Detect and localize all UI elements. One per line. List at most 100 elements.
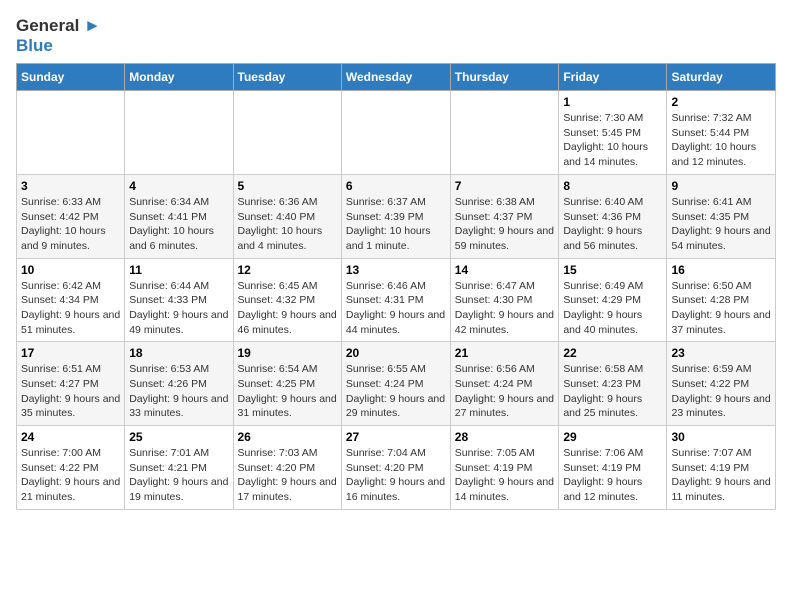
- calendar-cell: [341, 91, 450, 175]
- day-number: 16: [671, 263, 771, 277]
- day-number: 29: [563, 430, 662, 444]
- calendar-header-tuesday: Tuesday: [233, 64, 341, 91]
- day-info: Sunrise: 6:55 AM Sunset: 4:24 PM Dayligh…: [346, 362, 446, 421]
- calendar-header-friday: Friday: [559, 64, 667, 91]
- calendar-header-wednesday: Wednesday: [341, 64, 450, 91]
- calendar-cell: 4 Sunrise: 6:34 AM Sunset: 4:41 PM Daylig…: [125, 174, 233, 258]
- calendar-cell: 20 Sunrise: 6:55 AM Sunset: 4:24 PM Dayli…: [341, 342, 450, 426]
- day-info: Sunrise: 6:47 AM Sunset: 4:30 PM Dayligh…: [455, 279, 555, 338]
- calendar-cell: 3 Sunrise: 6:33 AM Sunset: 4:42 PM Daylig…: [17, 174, 125, 258]
- calendar: SundayMondayTuesdayWednesdayThursdayFrid…: [16, 63, 776, 510]
- day-info: Sunrise: 7:32 AM Sunset: 5:44 PM Dayligh…: [671, 111, 771, 170]
- calendar-cell: 26 Sunrise: 7:03 AM Sunset: 4:20 PM Dayli…: [233, 426, 341, 510]
- day-number: 30: [671, 430, 771, 444]
- day-number: 15: [563, 263, 662, 277]
- day-number: 26: [238, 430, 337, 444]
- calendar-cell: 11 Sunrise: 6:44 AM Sunset: 4:33 PM Dayli…: [125, 258, 233, 342]
- day-info: Sunrise: 6:59 AM Sunset: 4:22 PM Dayligh…: [671, 362, 771, 421]
- day-info: Sunrise: 6:54 AM Sunset: 4:25 PM Dayligh…: [238, 362, 337, 421]
- day-number: 12: [238, 263, 337, 277]
- day-number: 6: [346, 179, 446, 193]
- day-info: Sunrise: 6:44 AM Sunset: 4:33 PM Dayligh…: [129, 279, 228, 338]
- calendar-week-4: 17 Sunrise: 6:51 AM Sunset: 4:27 PM Dayli…: [17, 342, 776, 426]
- day-info: Sunrise: 6:34 AM Sunset: 4:41 PM Dayligh…: [129, 195, 228, 254]
- header: General ► Blue: [16, 16, 776, 55]
- day-info: Sunrise: 7:07 AM Sunset: 4:19 PM Dayligh…: [671, 446, 771, 505]
- calendar-header-row: SundayMondayTuesdayWednesdayThursdayFrid…: [17, 64, 776, 91]
- day-info: Sunrise: 6:45 AM Sunset: 4:32 PM Dayligh…: [238, 279, 337, 338]
- calendar-header-saturday: Saturday: [667, 64, 776, 91]
- day-number: 27: [346, 430, 446, 444]
- day-info: Sunrise: 6:33 AM Sunset: 4:42 PM Dayligh…: [21, 195, 120, 254]
- calendar-cell: 30 Sunrise: 7:07 AM Sunset: 4:19 PM Dayli…: [667, 426, 776, 510]
- day-info: Sunrise: 7:01 AM Sunset: 4:21 PM Dayligh…: [129, 446, 228, 505]
- logo: General ► Blue: [16, 16, 101, 55]
- day-number: 8: [563, 179, 662, 193]
- calendar-cell: 12 Sunrise: 6:45 AM Sunset: 4:32 PM Dayli…: [233, 258, 341, 342]
- day-info: Sunrise: 6:38 AM Sunset: 4:37 PM Dayligh…: [455, 195, 555, 254]
- day-info: Sunrise: 6:40 AM Sunset: 4:36 PM Dayligh…: [563, 195, 662, 254]
- day-info: Sunrise: 6:50 AM Sunset: 4:28 PM Dayligh…: [671, 279, 771, 338]
- calendar-cell: 2Sunrise: 7:32 AM Sunset: 5:44 PM Daylig…: [667, 91, 776, 175]
- calendar-cell: 16 Sunrise: 6:50 AM Sunset: 4:28 PM Dayli…: [667, 258, 776, 342]
- calendar-cell: 28 Sunrise: 7:05 AM Sunset: 4:19 PM Dayli…: [450, 426, 559, 510]
- calendar-cell: 25Sunrise: 7:01 AM Sunset: 4:21 PM Dayli…: [125, 426, 233, 510]
- day-info: Sunrise: 7:04 AM Sunset: 4:20 PM Dayligh…: [346, 446, 446, 505]
- calendar-cell: 19 Sunrise: 6:54 AM Sunset: 4:25 PM Dayli…: [233, 342, 341, 426]
- day-info: Sunrise: 6:51 AM Sunset: 4:27 PM Dayligh…: [21, 362, 120, 421]
- calendar-cell: 17 Sunrise: 6:51 AM Sunset: 4:27 PM Dayli…: [17, 342, 125, 426]
- day-number: 22: [563, 346, 662, 360]
- calendar-cell: 24 Sunrise: 7:00 AM Sunset: 4:22 PM Dayli…: [17, 426, 125, 510]
- day-number: 4: [129, 179, 228, 193]
- day-info: Sunrise: 6:37 AM Sunset: 4:39 PM Dayligh…: [346, 195, 446, 254]
- logo-text: General ► Blue: [16, 16, 101, 55]
- calendar-cell: 14 Sunrise: 6:47 AM Sunset: 4:30 PM Dayli…: [450, 258, 559, 342]
- day-number: 7: [455, 179, 555, 193]
- calendar-cell: 1Sunrise: 7:30 AM Sunset: 5:45 PM Daylig…: [559, 91, 667, 175]
- day-number: 24: [21, 430, 120, 444]
- day-number: 19: [238, 346, 337, 360]
- day-info: Sunrise: 7:00 AM Sunset: 4:22 PM Dayligh…: [21, 446, 120, 505]
- day-info: Sunrise: 6:46 AM Sunset: 4:31 PM Dayligh…: [346, 279, 446, 338]
- day-info: Sunrise: 7:06 AM Sunset: 4:19 PM Dayligh…: [563, 446, 662, 505]
- calendar-cell: [233, 91, 341, 175]
- day-number: 20: [346, 346, 446, 360]
- day-info: Sunrise: 7:05 AM Sunset: 4:19 PM Dayligh…: [455, 446, 555, 505]
- calendar-cell: 18 Sunrise: 6:53 AM Sunset: 4:26 PM Dayli…: [125, 342, 233, 426]
- calendar-cell: 21 Sunrise: 6:56 AM Sunset: 4:24 PM Dayli…: [450, 342, 559, 426]
- calendar-cell: 22Sunrise: 6:58 AM Sunset: 4:23 PM Dayli…: [559, 342, 667, 426]
- day-info: Sunrise: 6:53 AM Sunset: 4:26 PM Dayligh…: [129, 362, 228, 421]
- day-number: 5: [238, 179, 337, 193]
- day-number: 3: [21, 179, 120, 193]
- calendar-cell: [17, 91, 125, 175]
- calendar-header-sunday: Sunday: [17, 64, 125, 91]
- day-number: 21: [455, 346, 555, 360]
- calendar-header-thursday: Thursday: [450, 64, 559, 91]
- calendar-cell: 15 Sunrise: 6:49 AM Sunset: 4:29 PM Dayli…: [559, 258, 667, 342]
- calendar-cell: 23 Sunrise: 6:59 AM Sunset: 4:22 PM Dayli…: [667, 342, 776, 426]
- calendar-cell: 5 Sunrise: 6:36 AM Sunset: 4:40 PM Daylig…: [233, 174, 341, 258]
- day-number: 18: [129, 346, 228, 360]
- calendar-cell: 29 Sunrise: 7:06 AM Sunset: 4:19 PM Dayli…: [559, 426, 667, 510]
- day-info: Sunrise: 6:42 AM Sunset: 4:34 PM Dayligh…: [21, 279, 120, 338]
- calendar-week-3: 10 Sunrise: 6:42 AM Sunset: 4:34 PM Dayli…: [17, 258, 776, 342]
- calendar-week-1: 1Sunrise: 7:30 AM Sunset: 5:45 PM Daylig…: [17, 91, 776, 175]
- day-number: 13: [346, 263, 446, 277]
- day-number: 17: [21, 346, 120, 360]
- day-number: 28: [455, 430, 555, 444]
- day-info: Sunrise: 7:03 AM Sunset: 4:20 PM Dayligh…: [238, 446, 337, 505]
- calendar-week-2: 3 Sunrise: 6:33 AM Sunset: 4:42 PM Daylig…: [17, 174, 776, 258]
- calendar-cell: [125, 91, 233, 175]
- day-number: 23: [671, 346, 771, 360]
- day-number: 11: [129, 263, 228, 277]
- calendar-cell: 6 Sunrise: 6:37 AM Sunset: 4:39 PM Daylig…: [341, 174, 450, 258]
- day-info: Sunrise: 6:49 AM Sunset: 4:29 PM Dayligh…: [563, 279, 662, 338]
- day-number: 1: [563, 95, 662, 109]
- calendar-cell: 27 Sunrise: 7:04 AM Sunset: 4:20 PM Dayli…: [341, 426, 450, 510]
- day-number: 14: [455, 263, 555, 277]
- day-info: Sunrise: 6:56 AM Sunset: 4:24 PM Dayligh…: [455, 362, 555, 421]
- calendar-body: 1Sunrise: 7:30 AM Sunset: 5:45 PM Daylig…: [17, 91, 776, 510]
- day-info: Sunrise: 6:36 AM Sunset: 4:40 PM Dayligh…: [238, 195, 337, 254]
- day-number: 9: [671, 179, 771, 193]
- day-number: 10: [21, 263, 120, 277]
